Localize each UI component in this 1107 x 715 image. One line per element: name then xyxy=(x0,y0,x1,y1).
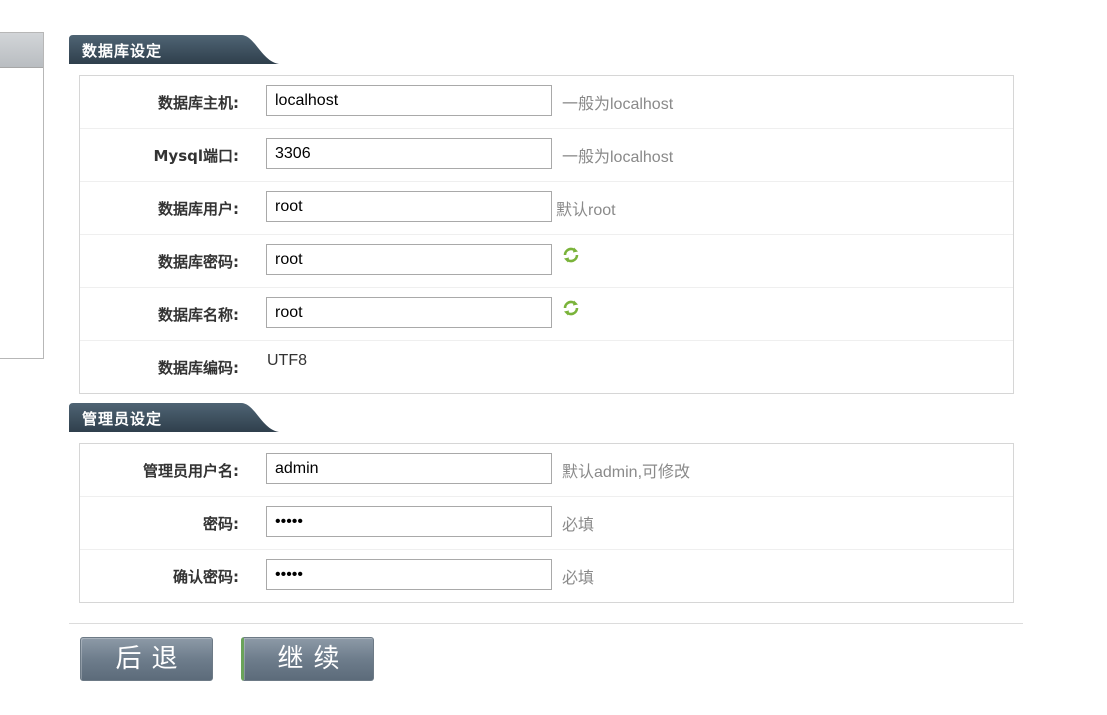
admin-password-label: 密码: xyxy=(203,515,239,533)
db-charset-value: UTF8 xyxy=(267,352,307,369)
sidebar-panel xyxy=(0,32,44,359)
db-password-input[interactable] xyxy=(266,244,552,275)
divider xyxy=(69,623,1023,624)
db-charset-row: 数据库编码: UTF8 xyxy=(80,341,1013,393)
db-charset-label: 数据库编码: xyxy=(158,359,239,377)
refresh-icon[interactable] xyxy=(562,299,580,317)
admin-confirm-input[interactable] xyxy=(266,559,552,590)
admin-username-input[interactable] xyxy=(266,453,552,484)
db-port-row: Mysql端口: 一般为localhost xyxy=(80,129,1013,182)
db-password-label: 数据库密码: xyxy=(158,253,239,271)
db-name-label: 数据库名称: xyxy=(158,306,239,324)
admin-settings-form: 管理员用户名: 默认admin,可修改 密码: 必填 确认密码: 必填 xyxy=(79,443,1014,603)
db-settings-form: 数据库主机: 一般为localhost Mysql端口: 一般为localhos… xyxy=(79,75,1014,394)
db-host-label: 数据库主机: xyxy=(158,94,239,112)
db-host-hint: 一般为localhost xyxy=(562,96,674,113)
admin-username-hint: 默认admin,可修改 xyxy=(562,464,691,481)
db-user-label: 数据库用户: xyxy=(158,200,239,218)
db-host-row: 数据库主机: 一般为localhost xyxy=(80,76,1013,129)
back-button[interactable]: 后退 xyxy=(80,637,213,681)
admin-section-title: 管理员设定 xyxy=(82,410,163,428)
db-section-title: 数据库设定 xyxy=(82,42,163,60)
db-name-row: 数据库名称: xyxy=(80,288,1013,341)
admin-section-header: 管理员设定 xyxy=(69,403,279,432)
admin-confirm-hint: 必填 xyxy=(562,570,595,587)
db-port-label: Mysql端口: xyxy=(153,147,239,165)
db-password-row: 数据库密码: xyxy=(80,235,1013,288)
admin-password-row: 密码: 必填 xyxy=(80,497,1013,550)
db-name-input[interactable] xyxy=(266,297,552,328)
admin-confirm-row: 确认密码: 必填 xyxy=(80,550,1013,602)
admin-confirm-label: 确认密码: xyxy=(173,568,239,586)
admin-password-input[interactable] xyxy=(266,506,552,537)
admin-username-row: 管理员用户名: 默认admin,可修改 xyxy=(80,444,1013,497)
db-port-input[interactable] xyxy=(266,138,552,169)
admin-password-hint: 必填 xyxy=(562,517,595,534)
db-host-input[interactable] xyxy=(266,85,552,116)
db-port-hint: 一般为localhost xyxy=(562,149,674,166)
continue-button[interactable]: 继续 xyxy=(241,637,374,681)
db-user-input[interactable] xyxy=(266,191,552,222)
refresh-icon[interactable] xyxy=(562,246,580,264)
db-user-hint: 默认root xyxy=(556,202,616,219)
db-user-row: 数据库用户: 默认root xyxy=(80,182,1013,235)
admin-username-label: 管理员用户名: xyxy=(143,462,239,480)
sidebar-header xyxy=(0,33,43,68)
db-section-header: 数据库设定 xyxy=(69,35,279,64)
